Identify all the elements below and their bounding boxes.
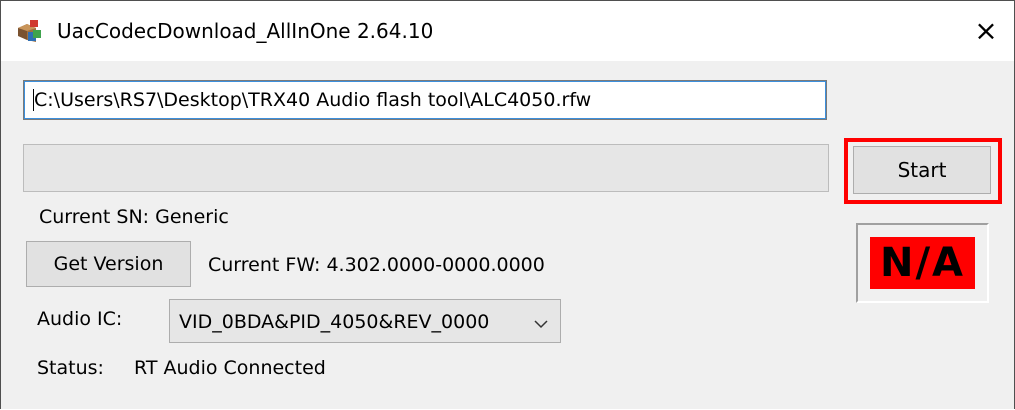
result-indicator: N/A — [870, 237, 975, 289]
close-button[interactable]: × — [958, 1, 1014, 61]
close-icon: × — [974, 14, 998, 47]
chevron-down-icon — [533, 315, 549, 329]
status-value: RT Audio Connected — [134, 357, 326, 379]
firmware-path-value: C:\Users\RS7\Desktop\TRX40 Audio flash t… — [34, 89, 592, 111]
progress-bar — [23, 144, 829, 192]
current-fw-label: Current FW: 4.302.0000-0000.0000 — [208, 254, 545, 276]
result-indicator-panel: N/A — [856, 223, 989, 303]
text-caret — [33, 89, 34, 111]
status-label: Status: — [37, 357, 104, 379]
app-window: UacCodecDownload_AllInOne 2.64.10 × C:\U… — [0, 0, 1015, 409]
current-sn-label: Current SN: Generic — [39, 206, 229, 228]
audio-ic-label: Audio IC: — [37, 308, 123, 330]
start-button[interactable]: Start — [853, 146, 991, 194]
get-version-button[interactable]: Get Version — [26, 241, 191, 287]
audio-ic-dropdown[interactable]: VID_0BDA&PID_4050&REV_0000 — [169, 299, 561, 343]
app-icon — [15, 18, 43, 44]
audio-ic-selected-value: VID_0BDA&PID_4050&REV_0000 — [179, 311, 490, 333]
firmware-path-field[interactable]: C:\Users\RS7\Desktop\TRX40 Audio flash t… — [23, 80, 827, 120]
window-title: UacCodecDownload_AllInOne 2.64.10 — [57, 19, 434, 43]
title-bar[interactable]: UacCodecDownload_AllInOne 2.64.10 × — [1, 1, 1014, 61]
